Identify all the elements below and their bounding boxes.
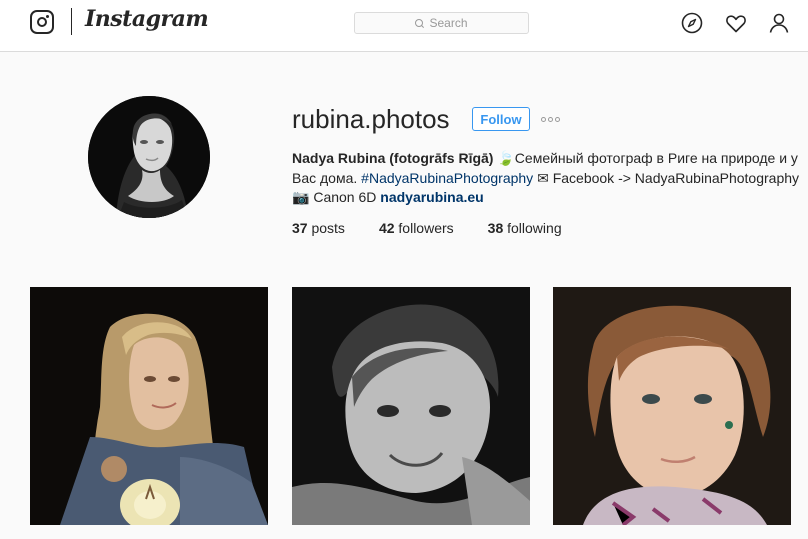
camera-emoji: 📷 xyxy=(292,189,310,205)
more-dot-icon xyxy=(541,116,546,122)
post-thumbnail[interactable] xyxy=(553,287,791,525)
following-link[interactable]: 38 following xyxy=(488,220,562,236)
more-dot-icon xyxy=(555,116,560,122)
profile-bio: Nadya Rubina (fotogrāfs Rīgā) 🍃Семейный … xyxy=(292,149,802,208)
logo-divider xyxy=(71,8,72,35)
posts-number: 37 xyxy=(292,220,308,236)
profile-username: rubina.photos xyxy=(292,104,450,134)
search-input[interactable]: Search xyxy=(354,12,529,34)
profile-stats: 37 posts 42 followers 38 following xyxy=(292,220,596,236)
compass-icon[interactable] xyxy=(680,11,704,35)
bio-camera-text: Canon 6D xyxy=(313,189,377,205)
post-thumbnail[interactable] xyxy=(292,287,530,525)
post-image-smiling-child-bw xyxy=(292,287,530,525)
camera-logo-icon[interactable] xyxy=(30,10,54,34)
followers-link[interactable]: 42 followers xyxy=(379,220,454,236)
heart-icon[interactable] xyxy=(724,11,748,35)
bio-facebook-text: Facebook -> NadyaRubinaPhotography xyxy=(552,169,800,186)
search-icon xyxy=(415,18,424,28)
following-number: 38 xyxy=(487,220,504,236)
avatar-portrait-image xyxy=(88,96,210,218)
posts-label: posts xyxy=(311,220,345,236)
instagram-wordmark[interactable]: Instagram xyxy=(85,6,209,32)
profile-avatar[interactable] xyxy=(88,96,210,218)
followers-number: 42 xyxy=(378,220,395,236)
post-image-redhead-girl xyxy=(553,287,791,525)
followers-label: followers xyxy=(398,220,454,236)
mail-emoji: ✉ xyxy=(537,169,549,186)
bio-website-link[interactable]: nadyarubina.eu xyxy=(380,189,483,205)
search-placeholder: Search xyxy=(429,16,468,30)
follow-button[interactable]: Follow xyxy=(472,107,530,131)
post-image-girl-with-apple xyxy=(30,287,268,525)
leaf-emoji: 🍃 xyxy=(497,150,515,166)
more-dot-icon xyxy=(548,116,553,122)
bio-hashtag-link[interactable]: #NadyaRubinaPhotography xyxy=(361,170,533,186)
top-navigation-bar: Instagram Search xyxy=(0,0,808,52)
more-options-button[interactable] xyxy=(541,113,565,125)
person-icon[interactable] xyxy=(767,11,791,35)
post-thumbnail[interactable] xyxy=(30,287,268,525)
following-label: following xyxy=(507,220,562,236)
bio-full-name: Nadya Rubina (fotogrāfs Rīgā) xyxy=(292,150,494,166)
posts-count: 37 posts xyxy=(292,220,345,236)
